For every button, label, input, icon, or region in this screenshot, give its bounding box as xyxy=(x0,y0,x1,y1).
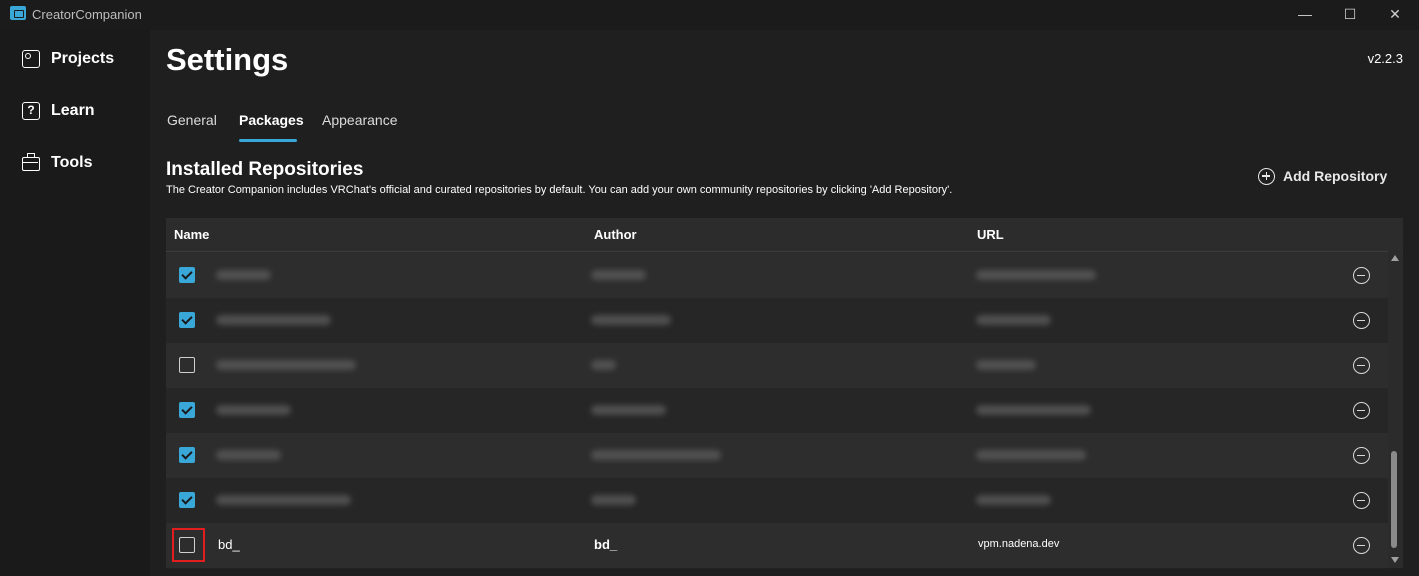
table-row[interactable] xyxy=(166,343,1388,389)
repository-checkbox[interactable] xyxy=(179,267,195,283)
remove-repository-icon[interactable] xyxy=(1353,357,1370,374)
window-title: CreatorCompanion xyxy=(32,7,142,22)
repository-checkbox[interactable] xyxy=(179,357,195,373)
table-row[interactable] xyxy=(166,298,1388,344)
tab-general[interactable]: General xyxy=(167,112,217,128)
active-tab-indicator xyxy=(239,139,297,142)
redacted-url xyxy=(976,405,1091,415)
tab-packages[interactable]: Packages xyxy=(239,112,304,128)
repository-checkbox[interactable] xyxy=(179,402,195,418)
redacted-name xyxy=(216,360,356,370)
remove-repository-icon[interactable] xyxy=(1353,312,1370,329)
sidebar-item-tools[interactable]: Tools xyxy=(22,151,92,175)
section-title: Installed Repositories xyxy=(166,159,364,180)
toolbox-icon xyxy=(22,153,40,171)
remove-repository-icon[interactable] xyxy=(1353,492,1370,509)
column-header-url[interactable]: URL xyxy=(977,227,1004,242)
redacted-author xyxy=(591,270,646,280)
plus-circle-icon xyxy=(1258,167,1275,185)
column-header-author[interactable]: Author xyxy=(594,227,637,242)
add-repository-label: Add Repository xyxy=(1283,168,1388,184)
repository-checkbox[interactable] xyxy=(179,492,195,508)
table-row[interactable] xyxy=(166,478,1388,524)
table-row[interactable]: bd_ bd_ vpm.nadena.dev xyxy=(166,523,1388,569)
redacted-name xyxy=(216,315,331,325)
table-scrollbar[interactable] xyxy=(1388,251,1402,568)
scroll-down-arrow-icon[interactable] xyxy=(1391,557,1399,563)
sidebar-item-label: Projects xyxy=(51,50,115,67)
table-row[interactable] xyxy=(166,253,1388,299)
redacted-author xyxy=(591,315,671,325)
repository-checkbox[interactable] xyxy=(179,312,195,328)
redacted-url xyxy=(976,495,1051,505)
title-bar: CreatorCompanion — ☐ ✕ xyxy=(0,0,1419,30)
redacted-name xyxy=(216,270,271,280)
sidebar-item-label: Learn xyxy=(51,102,95,119)
tab-appearance[interactable]: Appearance xyxy=(322,112,398,128)
repositories-table: Name Author URL bd_ bd_ vpm.nadena.dev xyxy=(166,218,1403,569)
sidebar-item-learn[interactable]: ? Learn xyxy=(22,99,95,123)
minimize-button[interactable]: — xyxy=(1282,0,1328,30)
section-description: The Creator Companion includes VRChat's … xyxy=(166,184,953,196)
help-book-icon: ? xyxy=(22,102,40,120)
scroll-up-arrow-icon[interactable] xyxy=(1391,255,1399,261)
app-logo-icon xyxy=(10,6,26,20)
repository-checkbox[interactable] xyxy=(179,447,195,463)
remove-repository-icon[interactable] xyxy=(1353,402,1370,419)
redacted-url xyxy=(976,360,1036,370)
add-repository-button[interactable]: Add Repository xyxy=(1258,166,1387,186)
sidebar: Projects ? Learn Tools xyxy=(0,30,150,576)
page-title: Settings xyxy=(166,42,289,77)
redacted-author xyxy=(591,405,666,415)
sidebar-item-label: Tools xyxy=(51,154,93,171)
remove-repository-icon[interactable] xyxy=(1353,267,1370,284)
sidebar-item-projects[interactable]: Projects xyxy=(22,47,114,71)
redacted-name xyxy=(216,450,281,460)
close-button[interactable]: ✕ xyxy=(1372,0,1418,30)
redacted-author xyxy=(591,450,721,460)
redacted-url xyxy=(976,315,1051,325)
table-row[interactable] xyxy=(166,388,1388,434)
highlight-box xyxy=(172,528,205,562)
version-label: v2.2.3 xyxy=(1367,51,1403,66)
redacted-author xyxy=(591,360,616,370)
repository-url: vpm.nadena.dev xyxy=(978,538,1060,550)
redacted-url xyxy=(976,450,1086,460)
column-header-name[interactable]: Name xyxy=(174,227,209,242)
redacted-name xyxy=(216,405,291,415)
redacted-name xyxy=(216,495,351,505)
table-header: Name Author URL xyxy=(166,218,1403,252)
repository-name: bd_ xyxy=(218,537,240,552)
maximize-button[interactable]: ☐ xyxy=(1327,0,1373,30)
table-row[interactable] xyxy=(166,433,1388,479)
repository-author: bd_ xyxy=(594,537,618,552)
scroll-thumb[interactable] xyxy=(1391,451,1397,548)
redacted-author xyxy=(591,495,636,505)
projects-grid-icon xyxy=(22,50,40,68)
remove-repository-icon[interactable] xyxy=(1353,447,1370,464)
redacted-url xyxy=(976,270,1096,280)
remove-repository-icon[interactable] xyxy=(1353,537,1370,554)
